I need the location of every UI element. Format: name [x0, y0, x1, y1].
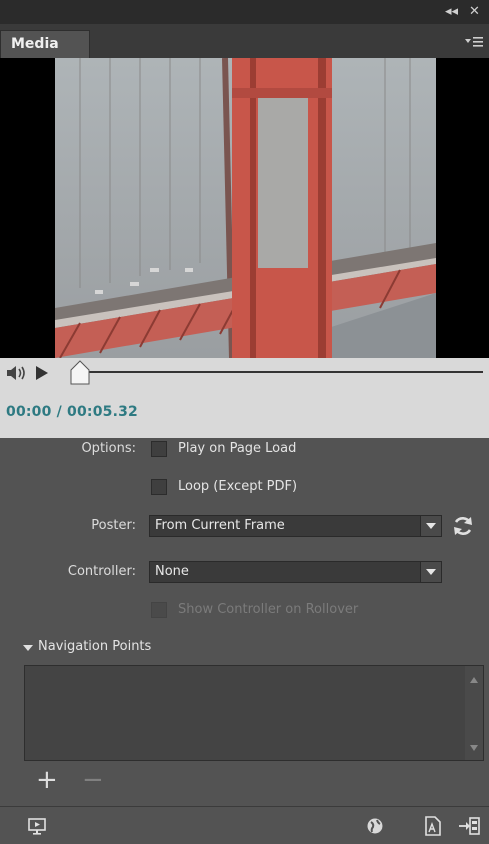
controller-select[interactable]: None — [149, 561, 442, 583]
refresh-icon[interactable] — [451, 514, 475, 538]
panel-title-strip: ◂◂ ✕ — [0, 0, 489, 24]
scroll-up-icon[interactable] — [469, 676, 479, 684]
collapse-panel-icon[interactable]: ◂◂ — [445, 4, 458, 20]
poster-select-value: From Current Frame — [155, 518, 285, 533]
options-label: Options: — [81, 441, 136, 456]
preview-icon[interactable] — [28, 817, 46, 835]
loop-label: Loop (Except PDF) — [178, 479, 298, 494]
chevron-down-icon — [420, 516, 441, 536]
volume-icon[interactable] — [6, 364, 30, 382]
poster-label: Poster: — [91, 518, 136, 533]
remove-navigation-point-button[interactable]: − — [82, 765, 104, 795]
controller-select-value: None — [155, 564, 189, 579]
disclosure-triangle-icon[interactable] — [22, 643, 34, 653]
poster-select[interactable]: From Current Frame — [149, 515, 442, 537]
video-frame-image — [0, 58, 489, 358]
scrollbar[interactable] — [465, 666, 483, 760]
navigation-points-list[interactable] — [24, 665, 484, 761]
scrub-track[interactable] — [78, 371, 483, 373]
time-readout: 00:00 / 00:05.32 — [6, 404, 138, 420]
add-navigation-point-button[interactable]: + — [36, 765, 58, 795]
navigation-points-header[interactable]: Navigation Points — [38, 639, 151, 654]
close-panel-icon[interactable]: ✕ — [469, 4, 480, 20]
show-controller-rollover-label: Show Controller on Rollover — [178, 602, 359, 617]
controller-label: Controller: — [67, 564, 136, 579]
play-on-load-checkbox[interactable] — [151, 441, 167, 457]
media-controller: 00:00 / 00:05.32 — [0, 358, 489, 438]
chevron-down-icon — [420, 562, 441, 582]
panel-footer-toolbar — [0, 806, 489, 844]
loop-checkbox[interactable] — [151, 479, 167, 495]
panel-tab-row: Media — [0, 24, 489, 59]
scroll-down-icon[interactable] — [469, 744, 479, 752]
globe-icon[interactable] — [366, 817, 384, 835]
insert-media-icon[interactable] — [458, 816, 480, 836]
video-preview[interactable] — [0, 58, 489, 358]
pdf-export-icon[interactable] — [424, 816, 442, 836]
tab-media[interactable]: Media — [0, 30, 90, 58]
play-icon[interactable] — [34, 364, 50, 382]
show-controller-rollover-checkbox[interactable] — [151, 602, 167, 618]
scrub-handle[interactable] — [70, 360, 90, 386]
play-on-load-label: Play on Page Load — [178, 441, 297, 456]
panel-menu-icon[interactable] — [465, 36, 483, 48]
